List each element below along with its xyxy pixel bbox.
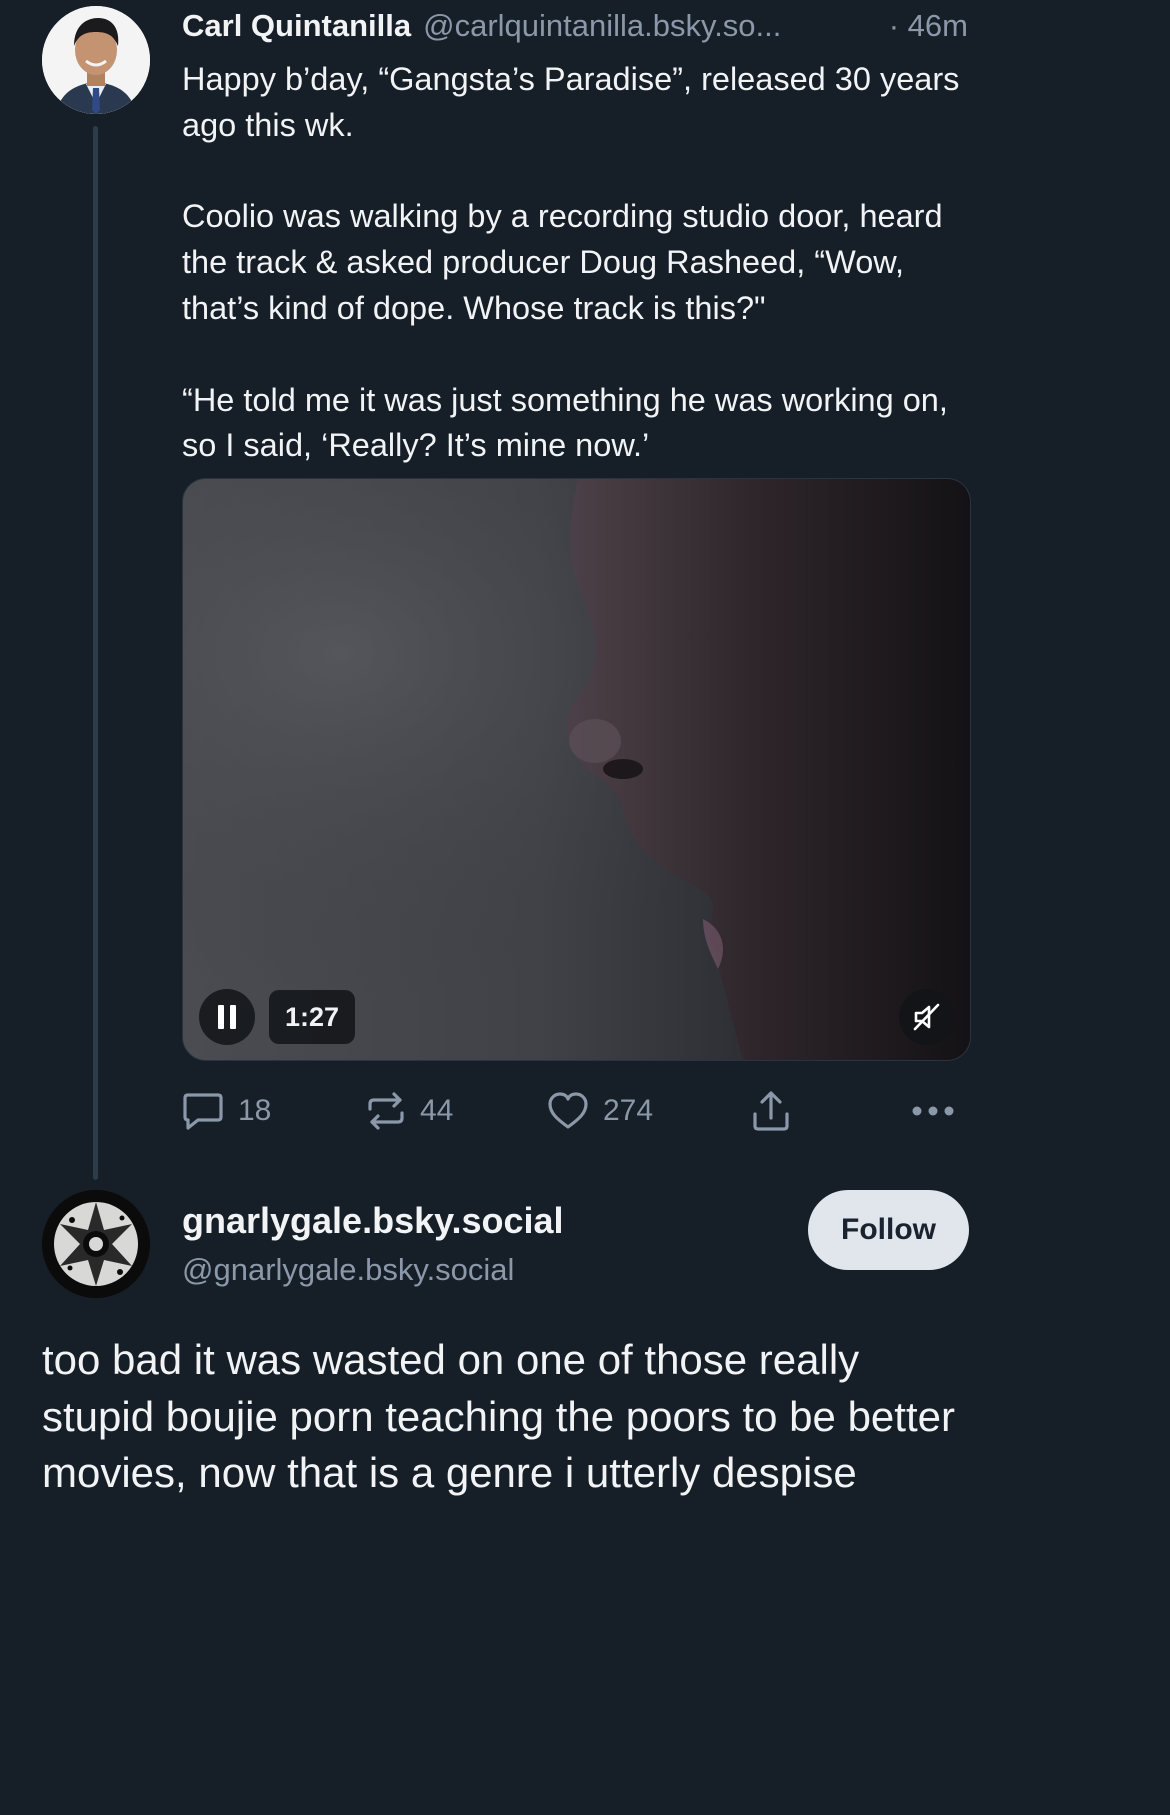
like-action[interactable]: 274 <box>547 1088 653 1134</box>
repost-icon <box>368 1092 404 1130</box>
post-header: Carl Quintanilla @carlquintanilla.bsky.s… <box>182 4 982 48</box>
post-timestamp[interactable]: · 46m <box>889 4 968 48</box>
author-avatar[interactable] <box>42 6 150 114</box>
video-frame <box>183 479 970 1060</box>
reply-display-name[interactable]: gnarlygale.bsky.social <box>182 1198 564 1244</box>
video-time: 1:27 <box>269 990 356 1044</box>
post-paragraph: Happy b’day, “Gangsta’s Paradise”, relea… <box>182 61 960 143</box>
more-options-button[interactable] <box>911 1088 955 1134</box>
reply-action[interactable]: 18 <box>182 1088 271 1134</box>
mute-button[interactable] <box>899 989 955 1045</box>
post-paragraph: “He told me it was just something he was… <box>182 381 948 464</box>
more-icon <box>912 1106 954 1116</box>
reply-avatar[interactable] <box>42 1190 150 1298</box>
share-action[interactable] <box>751 1088 791 1134</box>
like-count: 274 <box>603 1094 654 1127</box>
follow-button[interactable]: Follow <box>808 1190 969 1270</box>
repost-action[interactable]: 44 <box>366 1088 453 1134</box>
author-name[interactable]: Carl Quintanilla <box>182 4 411 48</box>
speaker-muted-icon <box>913 1003 940 1031</box>
comment-icon <box>183 1093 223 1130</box>
pause-button[interactable] <box>199 989 255 1045</box>
reply-handle[interactable]: @gnarlygale.bsky.social <box>182 1249 514 1291</box>
share-icon <box>753 1091 789 1131</box>
reply-text: too bad it was wasted on one of those re… <box>42 1336 955 1496</box>
pause-icon <box>218 1005 236 1029</box>
thread-line <box>93 126 98 1180</box>
post-paragraph: Coolio was walking by a recording studio… <box>182 198 943 326</box>
reply-count: 18 <box>238 1094 272 1127</box>
heart-icon <box>548 1092 588 1129</box>
repost-count: 44 <box>420 1094 454 1127</box>
video-player[interactable]: 1:27 <box>182 478 971 1061</box>
author-handle[interactable]: @carlquintanilla.bsky.so... <box>423 4 781 48</box>
post-text: Happy b’day, “Gangsta’s Paradise”, relea… <box>182 57 982 469</box>
